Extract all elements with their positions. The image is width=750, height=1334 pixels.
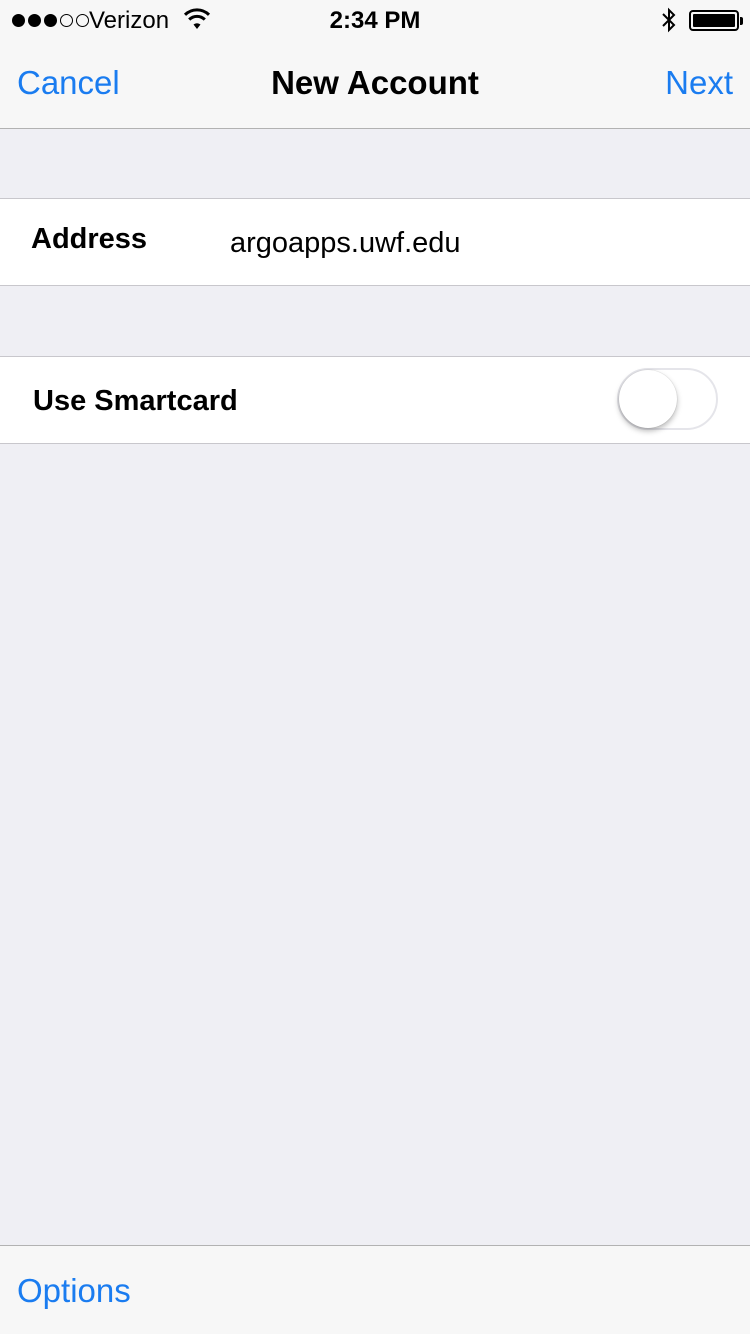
page-title: New Account <box>271 64 479 101</box>
smartcard-toggle[interactable] <box>617 368 718 430</box>
next-button[interactable]: Next <box>665 64 733 102</box>
battery-icon <box>689 10 743 31</box>
screen: Verizon 2:34 PM Cancel New Account Next … <box>0 0 750 1334</box>
battery-tip <box>740 17 743 25</box>
top-chrome: Verizon 2:34 PM Cancel New Account Next <box>0 0 750 129</box>
options-button[interactable]: Options <box>17 1272 131 1310</box>
status-bar: Verizon 2:34 PM <box>0 0 750 40</box>
status-time: 2:34 PM <box>329 7 421 34</box>
address-row: Address <box>0 198 750 286</box>
battery-level <box>693 14 735 27</box>
toggle-knob <box>619 370 677 428</box>
address-label: Address <box>31 223 148 255</box>
smartcard-label: Use Smartcard <box>33 385 238 417</box>
address-input[interactable] <box>230 223 720 263</box>
navigation-bar: Cancel New Account Next <box>0 40 750 128</box>
bluetooth-icon <box>662 7 676 33</box>
bottom-toolbar: Options <box>0 1245 750 1334</box>
smartcard-row: Use Smartcard <box>0 356 750 444</box>
